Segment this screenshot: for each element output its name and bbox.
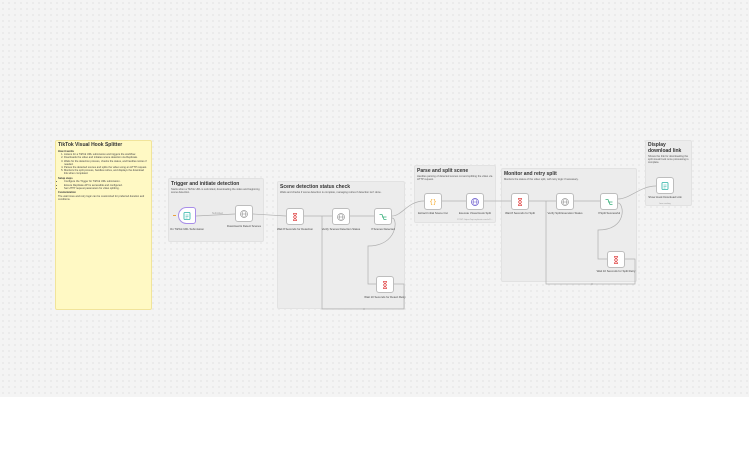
globe-icon	[561, 197, 569, 206]
node-sub: POST: https://api.replicate.com/v1/...	[457, 219, 493, 221]
hourglass-icon	[383, 280, 387, 289]
node-label: Wait 10 Seconds for Split Retry	[596, 269, 636, 273]
hourglass-icon	[518, 197, 522, 206]
node-wait-10-seconds-detect-retry[interactable]	[376, 276, 394, 293]
node-on-tiktok-url-submission[interactable]	[178, 207, 196, 224]
node-label: Download & Detect Scenes	[226, 224, 262, 228]
node-if-split-successful[interactable]	[600, 193, 618, 210]
hourglass-icon	[614, 255, 618, 264]
bottom-blank-area	[0, 397, 749, 450]
trigger-bolt-icon	[173, 215, 176, 216]
node-label: Wait 8 Seconds for Detection	[276, 227, 314, 231]
node-verify-scenes-detection-status[interactable]	[332, 208, 350, 225]
http-icon	[471, 197, 479, 206]
edge-label-submitted: Submitted	[212, 212, 223, 215]
node-label: Wait 10 Seconds for Detect Retry	[364, 295, 406, 299]
node-wait-8-seconds-detection[interactable]	[286, 208, 304, 225]
branch-icon	[605, 198, 613, 205]
node-if-scenes-detected[interactable]	[374, 208, 392, 225]
node-show-hook-download-link[interactable]	[656, 177, 674, 194]
svg-text:{}: {}	[429, 199, 436, 206]
globe-icon	[240, 209, 248, 218]
node-label: Verify Scenes Detection Status	[321, 227, 361, 231]
node-verify-split-execution-status[interactable]	[556, 193, 574, 210]
connections	[195, 185, 657, 310]
form-icon	[183, 211, 191, 220]
node-wait-8-seconds-split[interactable]	[511, 193, 529, 210]
hourglass-icon	[293, 212, 297, 221]
node-label: On TikTok URL Submission	[170, 227, 204, 231]
form-icon	[661, 181, 669, 190]
node-label: If Split Successful	[597, 211, 621, 215]
node-label: Wait 8 Seconds for Split	[505, 211, 535, 215]
node-label: If Scenes Detected	[371, 227, 395, 231]
node-wait-10-seconds-split-retry[interactable]	[607, 251, 625, 268]
workflow-canvas[interactable]: TikTok Visual Hook Splitter How it works…	[0, 0, 749, 397]
globe-icon	[337, 212, 345, 221]
node-label: Execute Visual Hook Split	[459, 211, 491, 215]
node-extract-initial-scene-cut[interactable]: {}	[424, 193, 442, 210]
node-sub: form ending	[659, 203, 671, 205]
node-execute-visual-hook-split[interactable]	[466, 193, 484, 210]
branch-icon	[379, 213, 387, 220]
node-label: Show Hook Download Link	[648, 195, 682, 199]
node-label: Extract Initial Scene Cut	[418, 211, 448, 215]
code-icon: {}	[429, 199, 436, 206]
node-label: Verify Split Execution Status	[547, 211, 583, 215]
node-download-detect-scenes[interactable]	[235, 205, 253, 222]
edge-download-to-wait8	[252, 213, 287, 217]
